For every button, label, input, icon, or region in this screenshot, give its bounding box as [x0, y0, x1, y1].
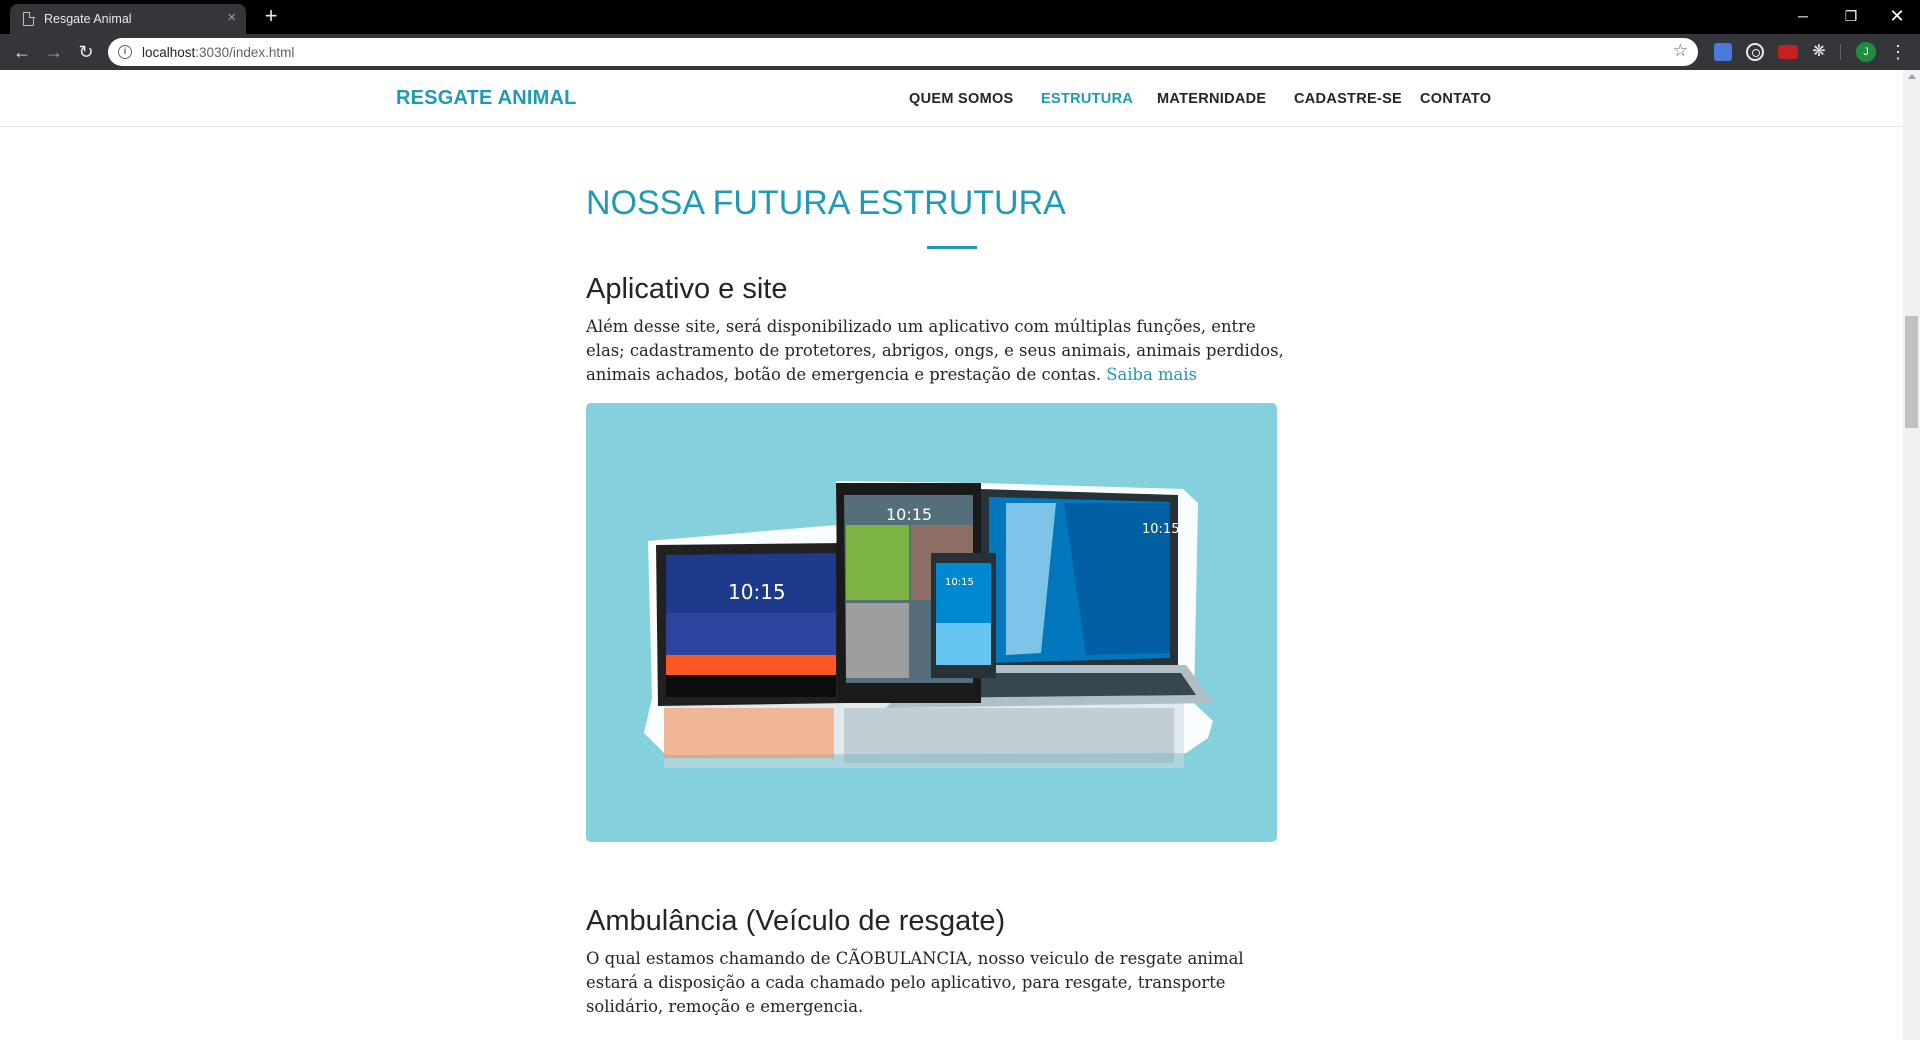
more-menu-icon[interactable]: ⋮	[1888, 38, 1908, 66]
tab-close-icon[interactable]: ×	[227, 9, 236, 26]
info-icon[interactable]: i	[118, 45, 132, 59]
section-title: NOSSA FUTURA ESTRUTURA	[586, 184, 1066, 222]
document-icon	[23, 11, 35, 26]
laptop-time: 10:15	[1142, 522, 1179, 537]
nav-estrutura[interactable]: ESTRUTURA	[1041, 91, 1133, 107]
tablet-time: 10:15	[728, 580, 786, 604]
scroll-up-arrow-icon[interactable]	[1908, 74, 1916, 79]
url-text[interactable]: localhost:3030/index.html	[142, 45, 294, 60]
toolbar-divider	[1840, 44, 1841, 60]
scrollbar-thumb[interactable]	[1905, 316, 1918, 428]
url-host: localhost	[142, 45, 196, 60]
new-tab-button[interactable]: +	[258, 4, 284, 30]
brand-logo[interactable]: RESGATE ANIMAL	[396, 87, 577, 110]
minimize-button[interactable]: ─	[1780, 2, 1826, 30]
cors-extension-icon[interactable]	[1778, 45, 1798, 59]
devices-illustration: 10:15 10:15 10:15 10:15	[644, 481, 1214, 768]
ambulance-description: O qual estamos chamando de CÃOBULANCIA, …	[586, 949, 1244, 1016]
page-scrollbar[interactable]	[1903, 70, 1920, 1040]
title-divider	[927, 246, 977, 249]
profile-avatar[interactable]: J	[1856, 42, 1876, 62]
restore-button[interactable]: ❐	[1828, 2, 1874, 30]
react-extension-icon[interactable]: ❋	[1810, 43, 1828, 61]
url-path: :3030/index.html	[195, 45, 295, 60]
tab-title: Resgate Animal	[44, 12, 132, 26]
app-description: Além desse site, será disponibilizado um…	[586, 315, 1286, 387]
nav-contato[interactable]: CONTATO	[1420, 91, 1491, 107]
back-arrow-icon[interactable]: ←	[8, 38, 36, 66]
translate-extension-icon[interactable]	[1714, 43, 1732, 61]
saiba-mais-link[interactable]: Saiba mais	[1106, 365, 1197, 384]
close-window-button[interactable]: ✕	[1874, 2, 1920, 30]
site-navbar: RESGATE ANIMAL QUEM SOMOS ESTRUTURA MATE…	[0, 70, 1903, 127]
nav-quem-somos[interactable]: QUEM SOMOS	[909, 91, 1014, 107]
forward-arrow-icon[interactable]: →	[40, 38, 68, 66]
reload-icon[interactable]: ↻	[72, 38, 100, 66]
browser-tab-strip: Resgate Animal × + ─ ❐ ✕	[0, 0, 1920, 34]
nav-cadastre-se[interactable]: CADASTRE-SE	[1294, 91, 1402, 107]
browser-tab[interactable]: Resgate Animal ×	[10, 4, 246, 34]
page-viewport: RESGATE ANIMAL QUEM SOMOS ESTRUTURA MATE…	[0, 70, 1903, 1040]
bookmark-star-icon[interactable]: ☆	[1673, 41, 1688, 61]
address-bar[interactable]: i localhost:3030/index.html ☆	[108, 38, 1698, 66]
target-extension-icon[interactable]	[1746, 43, 1764, 61]
phone-time: 10:15	[945, 577, 974, 588]
devices-image: 10:15 10:15 10:15 10:15	[586, 403, 1277, 842]
app-heading: Aplicativo e site	[586, 273, 788, 305]
nav-maternidade[interactable]: MATERNIDADE	[1157, 91, 1266, 107]
browser-toolbar: ← → ↻ i localhost:3030/index.html ☆ ❋ J …	[0, 34, 1920, 70]
tall-tablet-time: 10:15	[886, 505, 932, 524]
ambulance-heading: Ambulância (Veículo de resgate)	[586, 905, 1006, 937]
